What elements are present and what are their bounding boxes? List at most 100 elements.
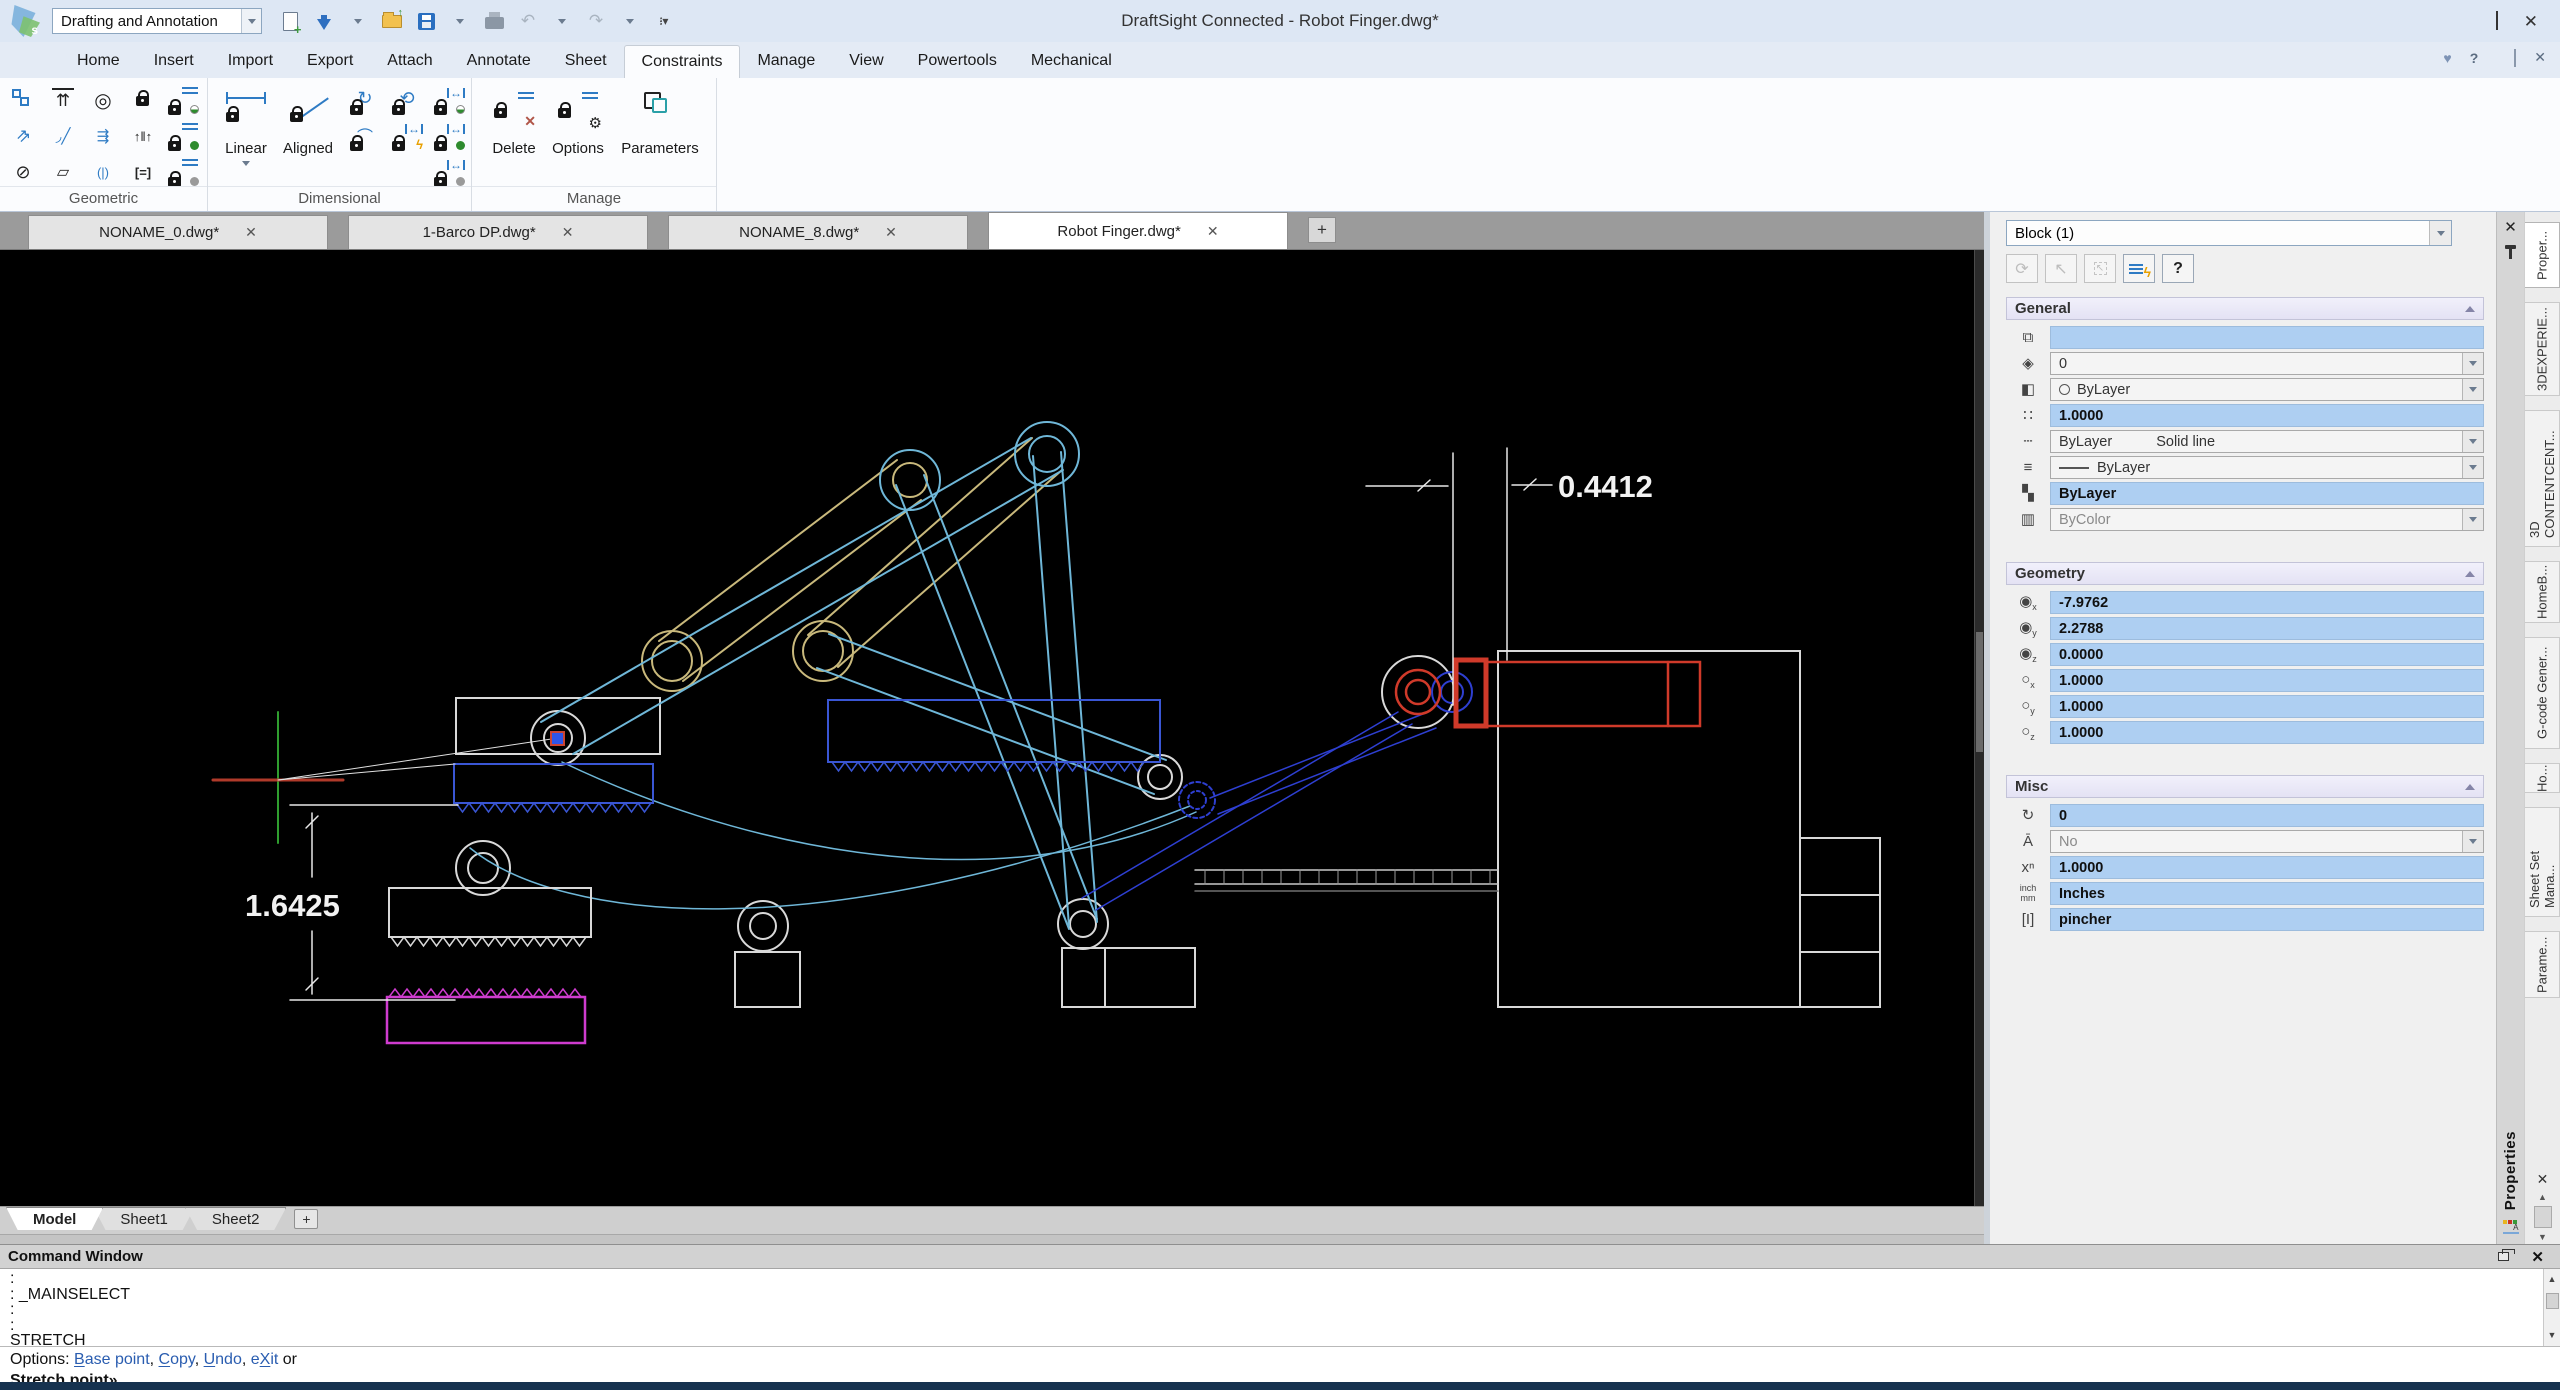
scale-y-field[interactable]: 1.0000 — [2050, 695, 2484, 718]
tab-strip-close-icon[interactable]: ✕ — [2525, 1169, 2560, 1190]
annotative-field[interactable]: No — [2050, 830, 2484, 853]
collapse-arrow-icon[interactable] — [2465, 570, 2475, 577]
command-option-link[interactable]: Undo — [204, 1351, 242, 1368]
position-x-field[interactable]: -7.9762 — [2050, 591, 2484, 614]
linear-dimension-button[interactable]: Linear — [218, 86, 274, 166]
infer-settings-icon[interactable] — [166, 156, 200, 188]
scale-x-field[interactable]: 1.0000 — [2050, 669, 2484, 692]
select-window-button[interactable]: ↖ — [2084, 254, 2116, 283]
redo-button[interactable]: ↷ — [584, 8, 608, 34]
tab-close-icon[interactable]: ✕ — [885, 224, 897, 241]
import-dropdown[interactable] — [346, 8, 370, 34]
lock-constraint-icon[interactable] — [126, 84, 160, 116]
palette-tab-g-code-gener-[interactable]: G-code Gener... — [2525, 637, 2560, 749]
angular-constraint-icon[interactable]: ↻ — [348, 84, 382, 116]
drawing-canvas[interactable]: 1.6425 0.4412 — [0, 250, 1984, 1206]
block-units-field[interactable]: Inches — [2050, 882, 2484, 905]
print-style-field[interactable]: ByColor — [2050, 508, 2484, 531]
customize-qat-button[interactable]: ᎒▾ — [652, 8, 676, 34]
tab-close-icon[interactable]: ✕ — [1207, 223, 1219, 240]
fix-constraint-icon[interactable]: ⇈ — [46, 84, 80, 116]
dropdown-arrow-icon[interactable] — [2462, 509, 2483, 530]
tab-scroll-up-icon[interactable]: ▲ — [2525, 1190, 2560, 1204]
workspace-dropdown-icon[interactable] — [241, 9, 261, 33]
print-button[interactable] — [482, 8, 506, 34]
close-button[interactable]: ✕ — [2524, 13, 2538, 30]
help-icon[interactable]: ? — [2470, 50, 2479, 66]
dropdown-arrow-icon[interactable] — [2462, 457, 2483, 478]
menu-item-import[interactable]: Import — [211, 45, 290, 78]
menu-item-manage[interactable]: Manage — [740, 45, 832, 78]
convert-dimension-icon[interactable]: ↔ ϟ — [390, 120, 424, 152]
position-z-field[interactable]: 0.0000 — [2050, 643, 2484, 666]
open-button[interactable] — [380, 7, 404, 34]
infer-parallel-icon[interactable] — [166, 120, 200, 152]
command-option-link[interactable]: Copy — [159, 1351, 195, 1368]
menu-item-export[interactable]: Export — [290, 45, 370, 78]
menu-item-powertools[interactable]: Powertools — [901, 45, 1014, 78]
select-cursor-button[interactable]: ↖ — [2045, 254, 2077, 283]
position-y-field[interactable]: 2.2788 — [2050, 617, 2484, 640]
scrollbar-thumb[interactable] — [2545, 1292, 2559, 1309]
coincident-constraint-icon[interactable] — [6, 84, 40, 116]
unit-factor-field[interactable]: 1.0000 — [2050, 856, 2484, 879]
restore-ribbon-button[interactable] — [2514, 48, 2517, 67]
command-option-link[interactable]: eXit — [251, 1351, 279, 1368]
linetype-scale-field[interactable]: 1.0000 — [2050, 404, 2484, 427]
palette-tab-homeb-[interactable]: HomeB... — [2525, 561, 2560, 623]
linear-dropdown-icon[interactable] — [242, 161, 250, 166]
grip-point[interactable] — [550, 731, 565, 746]
arc-length-constraint-icon[interactable]: ⌒ — [348, 120, 382, 152]
block-name-field[interactable]: pincher — [2050, 908, 2484, 931]
sheet-tab-model[interactable]: Model — [6, 1207, 104, 1231]
entity-selector-dropdown-icon[interactable] — [2429, 221, 2451, 245]
perpendicular-constraint-icon[interactable]: ⊘ — [6, 156, 40, 188]
dropdown-arrow-icon[interactable] — [2462, 379, 2483, 400]
scroll-up-icon[interactable]: ▲ — [2548, 1269, 2557, 1291]
symmetric-constraint-icon[interactable]: (|) — [86, 156, 120, 188]
dropdown-arrow-icon[interactable] — [2462, 353, 2483, 374]
scroll-down-icon[interactable]: ▼ — [2548, 1325, 2557, 1347]
parameters-button[interactable]: Parameters — [620, 86, 700, 157]
save-button[interactable] — [414, 8, 438, 34]
scale-z-field[interactable]: 1.0000 — [2050, 721, 2484, 744]
select-new-entity-button[interactable]: ⟳ — [2006, 254, 2038, 283]
palette-tab-parame-[interactable]: Parame... — [2525, 931, 2560, 998]
show-dynamic-constraints-icon[interactable]: ↔ — [432, 84, 466, 116]
document-tab[interactable]: 1-Barco DP.dwg* ✕ — [348, 215, 648, 249]
menu-item-sheet[interactable]: Sheet — [548, 45, 624, 78]
delete-constraint-button[interactable]: ✕ Delete — [486, 86, 542, 157]
equal-constraint-icon[interactable]: [=] — [126, 156, 160, 188]
palette-tab-ho-[interactable]: Ho... — [2525, 763, 2560, 793]
collinear-constraint-icon[interactable]: ⇶ — [86, 120, 120, 152]
concentric-constraint-icon[interactable]: ◎ — [86, 84, 120, 116]
entity-selector[interactable]: Block (1) — [2006, 220, 2452, 246]
undo-button[interactable]: ↶ — [516, 8, 540, 34]
vertical-constraint-icon[interactable]: ↑‖↑ — [126, 120, 160, 152]
document-tab[interactable]: Robot Finger.dwg* ✕ — [988, 212, 1288, 249]
palette-pin-icon[interactable] — [2505, 245, 2516, 259]
tab-scrollbar-thumb[interactable] — [2533, 1206, 2552, 1228]
new-file-button[interactable] — [278, 8, 302, 37]
command-window-float-icon[interactable] — [2498, 1249, 2516, 1261]
parallel-constraint-icon[interactable]: ⇉ — [6, 120, 40, 152]
tab-close-icon[interactable]: ✕ — [562, 224, 574, 241]
palette-tab-proper-[interactable]: Proper... — [2525, 222, 2560, 288]
menu-item-attach[interactable]: Attach — [370, 45, 449, 78]
line-style-field[interactable]: ByLayer Solid line — [2050, 430, 2484, 453]
palette-tab-3dexperie-[interactable]: 3DEXPERIE... — [2525, 302, 2560, 396]
menu-item-view[interactable]: View — [832, 45, 900, 78]
menu-item-mechanical[interactable]: Mechanical — [1014, 45, 1129, 78]
palette-close-icon[interactable]: ✕ — [2504, 218, 2517, 236]
line-weight-field[interactable]: ByLayer — [2050, 456, 2484, 479]
new-sheet-button[interactable]: + — [294, 1209, 319, 1229]
dropdown-arrow-icon[interactable] — [2462, 831, 2483, 852]
workspace-selector[interactable]: Drafting and Annotation — [52, 8, 262, 34]
command-history[interactable]: :: _MAINSELECT:: STRETCH ▲ ▼ — [0, 1269, 2560, 1347]
command-window-scrollbar[interactable]: ▲ ▼ — [2543, 1269, 2560, 1346]
hide-all-constraints-icon[interactable]: ↔ — [432, 156, 466, 188]
show-all-constraints-icon[interactable]: ↔ — [432, 120, 466, 152]
constraint-options-button[interactable]: ⚙ Options — [550, 86, 606, 157]
sheet-tab-sheet2[interactable]: Sheet2 — [184, 1207, 287, 1231]
section-general-header[interactable]: General — [2006, 297, 2484, 320]
